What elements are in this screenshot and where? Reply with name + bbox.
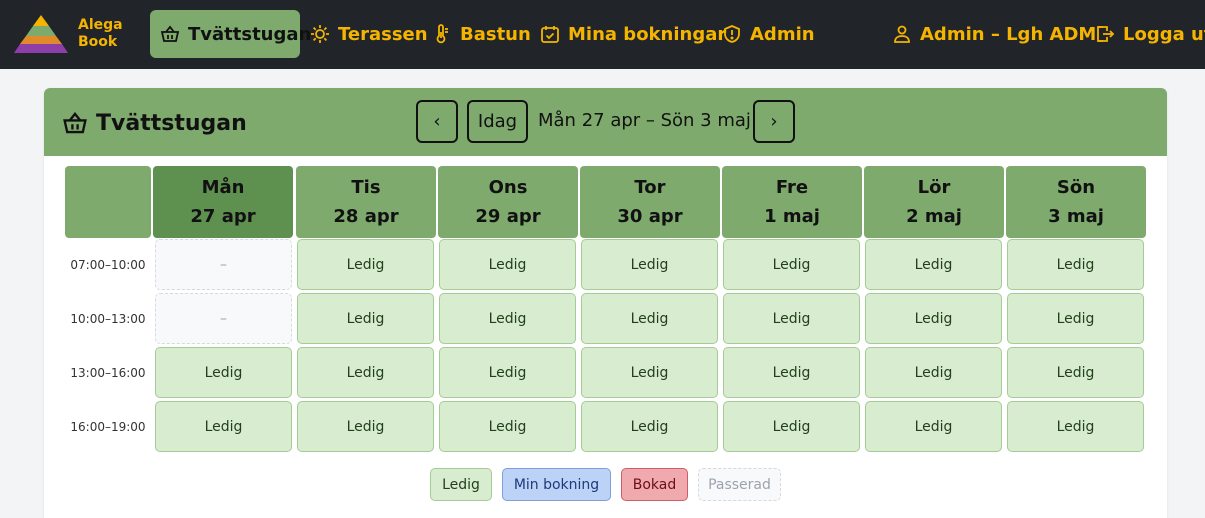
day-date: 2 maj	[906, 206, 962, 227]
nav-logout-label: Logga ut	[1123, 23, 1205, 45]
shield-icon	[724, 25, 740, 43]
time-label: 16:00–19:00	[70, 420, 146, 434]
nav-admin[interactable]: Admin	[722, 10, 815, 58]
day-date: 30 apr	[617, 206, 683, 227]
slot-free[interactable]: Ledig	[1007, 401, 1144, 452]
slot-free[interactable]: Ledig	[581, 293, 718, 344]
slot-free[interactable]: Ledig	[297, 401, 434, 452]
day-header-sat: Lör 2 maj	[864, 166, 1004, 238]
nav-user[interactable]: Admin – Lgh ADM	[892, 10, 1096, 58]
slot-free[interactable]: Ledig	[723, 401, 860, 452]
slot-free[interactable]: Ledig	[155, 401, 292, 452]
legend-free: Ledig	[430, 468, 492, 501]
day-header-tue: Tis 28 apr	[296, 166, 436, 238]
day-header-sun: Sön 3 maj	[1006, 166, 1146, 238]
time-label: 13:00–16:00	[70, 366, 146, 380]
slot-passed: –	[155, 239, 292, 290]
day-header-fri: Fre 1 maj	[722, 166, 862, 238]
prev-week-button[interactable]: ‹	[416, 100, 458, 143]
slot-free[interactable]: Ledig	[439, 239, 576, 290]
legend-passed: Passerad	[698, 468, 781, 501]
slot-free[interactable]: Ledig	[439, 293, 576, 344]
brand-name[interactable]: Alega Book	[78, 17, 123, 51]
slot-free[interactable]: Ledig	[865, 293, 1002, 344]
day-header-wed: Ons 29 apr	[438, 166, 578, 238]
day-name: Ons	[488, 177, 528, 198]
slot-free[interactable]: Ledig	[297, 347, 434, 398]
week-range: Mån 27 apr – Sön 3 maj	[538, 110, 751, 131]
nav-terrace[interactable]: Terassen	[310, 10, 428, 58]
booking-card: Tvättstugan ‹ Idag Mån 27 apr – Sön 3 ma…	[44, 88, 1167, 518]
pyramid-logo-icon[interactable]	[14, 14, 68, 54]
slot-free[interactable]: Ledig	[581, 347, 718, 398]
thermometer-icon	[436, 24, 448, 44]
day-date: 28 apr	[333, 206, 399, 227]
slot-free[interactable]: Ledig	[297, 293, 434, 344]
slot-free[interactable]: Ledig	[1007, 239, 1144, 290]
day-name: Lör	[917, 177, 951, 198]
brand-line-2: Book	[78, 34, 118, 50]
slot-free[interactable]: Ledig	[1007, 293, 1144, 344]
card-title-text: Tvättstugan	[96, 110, 247, 136]
brand-line-1: Alega	[78, 17, 123, 33]
slot-free[interactable]: Ledig	[581, 239, 718, 290]
nav-my-bookings-label: Mina bokningar	[568, 23, 727, 45]
slot-free[interactable]: Ledig	[581, 401, 718, 452]
logout-icon	[1097, 26, 1115, 42]
day-date: 27 apr	[190, 206, 256, 227]
time-label: 10:00–13:00	[70, 312, 146, 326]
today-button[interactable]: Idag	[467, 100, 528, 143]
day-name: Fre	[775, 177, 809, 198]
basket-icon	[160, 25, 180, 42]
nav-sauna[interactable]: Bastun	[432, 10, 531, 58]
slot-free[interactable]: Ledig	[865, 347, 1002, 398]
nav-laundry-label: Tvättstugan	[188, 23, 312, 45]
sun-icon	[311, 25, 329, 43]
top-navbar: Alega Book Tvättstugan Terassen Bastun M…	[0, 0, 1205, 69]
slot-passed: –	[155, 293, 292, 344]
nav-logout[interactable]: Logga ut	[1095, 10, 1205, 58]
day-header-thu: Tor 30 apr	[580, 166, 720, 238]
grid-corner	[65, 166, 151, 238]
chevron-right-icon: ›	[770, 111, 778, 132]
card-header: Tvättstugan ‹ Idag Mån 27 apr – Sön 3 ma…	[44, 88, 1167, 156]
slot-free[interactable]: Ledig	[865, 401, 1002, 452]
nav-my-bookings[interactable]: Mina bokningar	[540, 10, 726, 58]
slot-free[interactable]: Ledig	[439, 401, 576, 452]
day-name: Tor	[634, 177, 666, 198]
day-date: 1 maj	[764, 206, 820, 227]
nav-laundry[interactable]: Tvättstugan	[150, 10, 311, 58]
day-name: Mån	[201, 177, 245, 198]
nav-user-label: Admin – Lgh ADM	[920, 23, 1097, 45]
day-date: 3 maj	[1048, 206, 1104, 227]
day-name: Tis	[351, 177, 381, 198]
nav-admin-label: Admin	[750, 23, 815, 45]
next-week-button[interactable]: ›	[753, 100, 795, 143]
legend-booked: Bokad	[621, 468, 688, 501]
slot-free[interactable]: Ledig	[723, 239, 860, 290]
day-name: Sön	[1056, 177, 1096, 198]
nav-terrace-label: Terassen	[338, 23, 428, 45]
card-title: Tvättstugan	[62, 108, 247, 138]
chevron-left-icon: ‹	[433, 111, 441, 132]
slot-free[interactable]: Ledig	[865, 239, 1002, 290]
basket-icon	[63, 112, 87, 134]
slot-free[interactable]: Ledig	[297, 239, 434, 290]
calendar-check-icon	[541, 26, 559, 43]
today-button-label: Idag	[477, 111, 518, 132]
legend-my-booking: Min bokning	[502, 468, 611, 501]
nav-sauna-label: Bastun	[460, 23, 531, 45]
slot-free[interactable]: Ledig	[1007, 347, 1144, 398]
slot-free[interactable]: Ledig	[439, 347, 576, 398]
time-label: 07:00–10:00	[70, 258, 146, 272]
day-header-mon: Mån 27 apr	[153, 166, 293, 238]
person-icon	[894, 25, 910, 43]
slot-free[interactable]: Ledig	[723, 347, 860, 398]
slot-free[interactable]: Ledig	[723, 293, 860, 344]
day-date: 29 apr	[475, 206, 541, 227]
slot-free[interactable]: Ledig	[155, 347, 292, 398]
